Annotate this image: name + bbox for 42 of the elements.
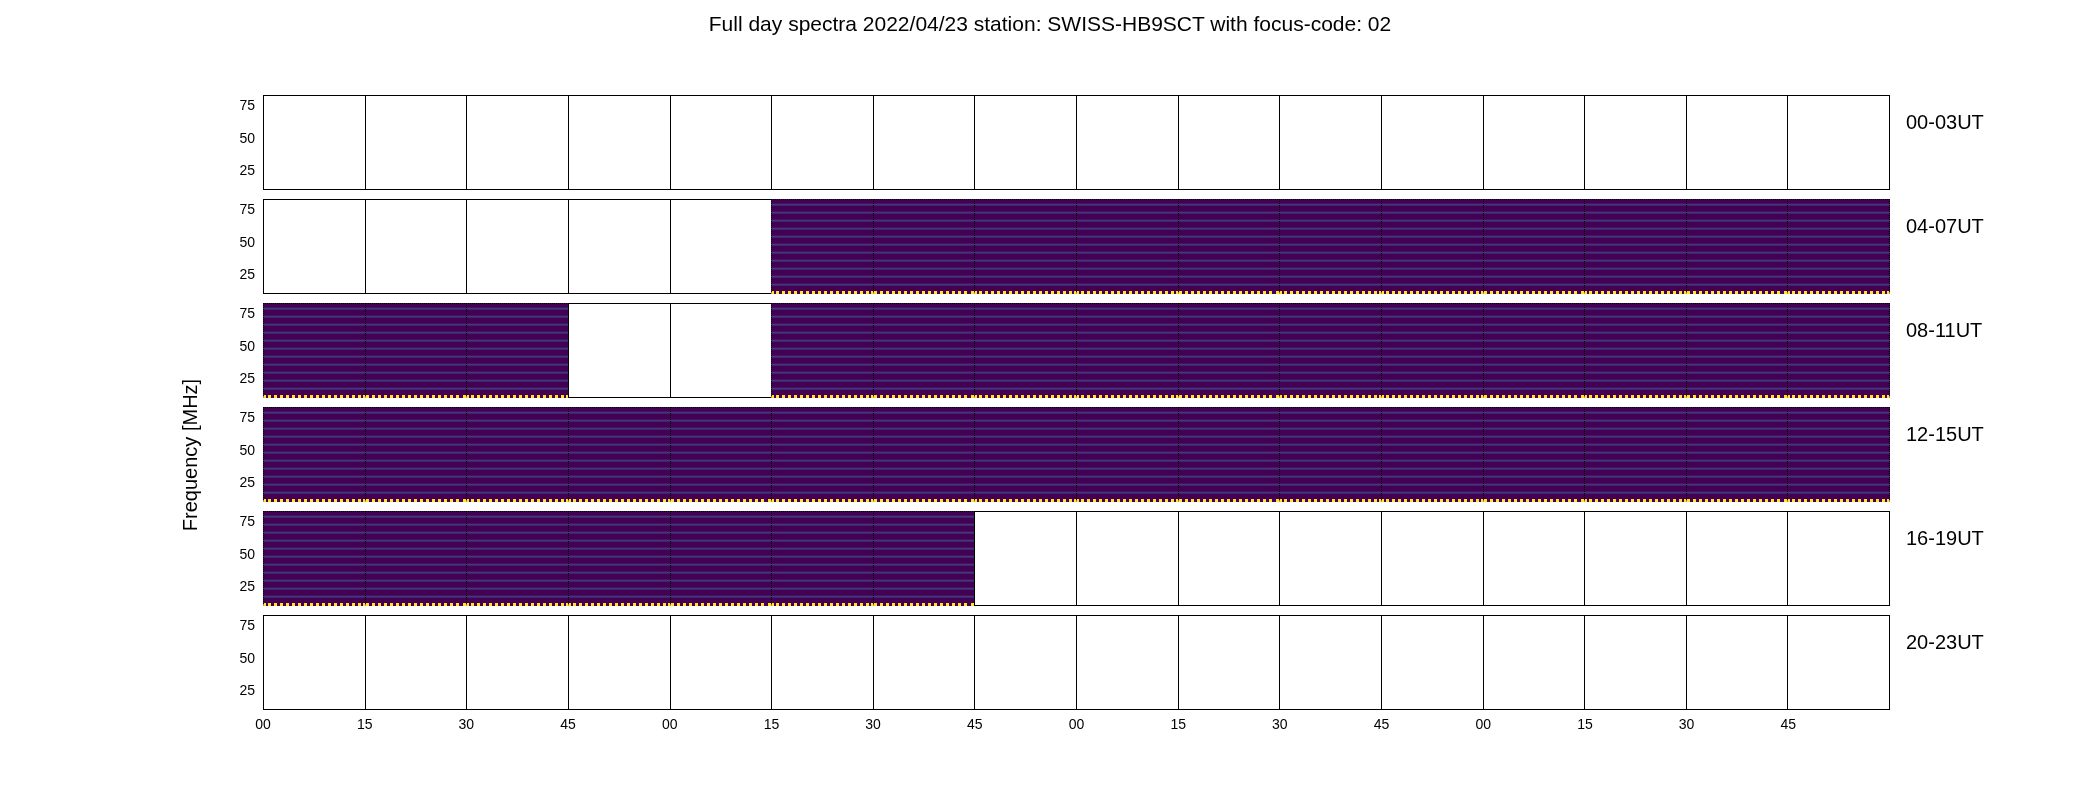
y-tick-label: 50: [239, 234, 255, 249]
y-tick-label: 25: [239, 267, 255, 282]
y-tick-label: 50: [239, 546, 255, 561]
y-tick-label: 75: [239, 305, 255, 320]
y-tick-label: 50: [239, 442, 255, 457]
row-label: 12-15UT: [1906, 423, 1984, 445]
x-tick-label: 45: [1373, 715, 1390, 734]
x-tick-label: 30: [865, 715, 881, 734]
y-tick-label: 25: [239, 579, 255, 594]
y-tick-label: 50: [239, 338, 255, 353]
y-tick-label: 50: [239, 130, 255, 145]
y-tick-label: 25: [239, 475, 255, 490]
y-tick-label: 75: [239, 617, 255, 632]
row-label: 04-07UT: [1906, 215, 1984, 237]
row-label: 16-19UT: [1906, 527, 1984, 549]
y-tick-label: 25: [239, 683, 255, 698]
x-tick-label: 00: [661, 715, 678, 734]
x-tick-label: 15: [1577, 715, 1593, 734]
x-tick-label: 15: [1170, 715, 1186, 734]
y-axis-label: Frequency [MHz]: [178, 378, 202, 531]
x-tick-label: 30: [458, 715, 475, 734]
x-tick-label: 45: [1780, 715, 1797, 734]
chart-title: Full day spectra 2022/04/23 station: SWISS-HB9SCT with focus-code: 02: [708, 11, 1392, 38]
x-tick-label: 15: [763, 715, 780, 734]
y-tick-label: 75: [239, 201, 255, 216]
x-tick-label: 15: [356, 715, 373, 734]
x-tick-label: 45: [560, 715, 576, 734]
x-tick-label: 30: [1272, 715, 1288, 734]
row-label: 20-23UT: [1906, 631, 1984, 653]
y-tick-label: 25: [239, 371, 255, 386]
y-tick-label: 25: [239, 163, 255, 178]
x-tick-label: 30: [1678, 715, 1695, 734]
x-tick-label: 00: [1068, 715, 1085, 734]
y-tick-label: 75: [239, 409, 255, 424]
row-label: 00-03UT: [1906, 111, 1984, 133]
x-tick-label: 00: [1475, 715, 1492, 734]
x-tick-label: 00: [255, 715, 271, 734]
y-tick-label: 50: [239, 650, 255, 665]
y-tick-label: 75: [239, 513, 255, 528]
x-tick-label: 45: [967, 715, 983, 734]
y-tick-label: 75: [239, 97, 255, 112]
row-label: 08-11UT: [1906, 319, 1983, 341]
